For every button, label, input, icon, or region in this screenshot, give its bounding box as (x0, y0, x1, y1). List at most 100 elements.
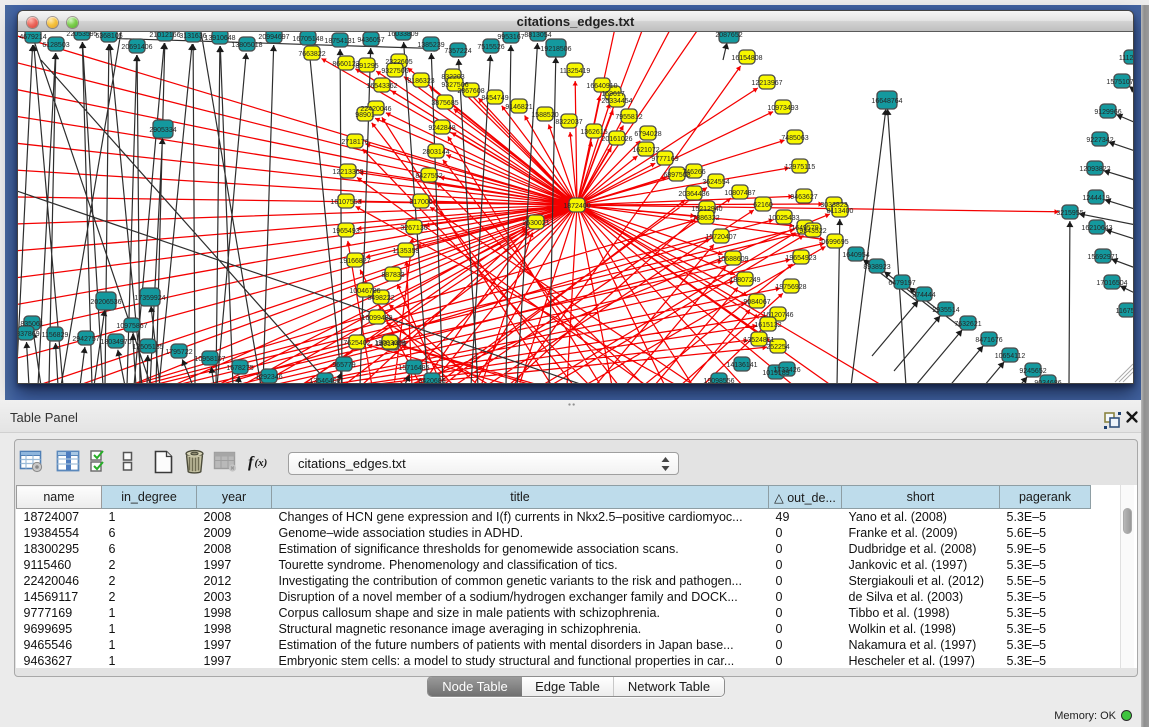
svg-text:22053595: 22053595 (66, 32, 97, 38)
svg-text:13910648: 13910648 (204, 35, 235, 42)
svg-text:1385239: 1385239 (417, 42, 444, 49)
svg-text:1135359: 1135359 (393, 248, 420, 255)
svg-text:891295: 891295 (355, 63, 378, 70)
svg-text:3624554: 3624554 (702, 179, 729, 186)
svg-text:18754131: 18754131 (324, 38, 355, 45)
svg-text:20364436: 20364436 (678, 191, 709, 198)
svg-text:1244419: 1244419 (1082, 195, 1109, 202)
svg-text:10046786: 10046786 (349, 288, 380, 295)
svg-text:3267130: 3267130 (400, 225, 427, 232)
svg-text:7663822: 7663822 (298, 51, 325, 58)
svg-text:9777169: 9777169 (651, 156, 678, 163)
svg-text:98901: 98901 (355, 112, 375, 119)
svg-text:11325419: 11325419 (560, 68, 591, 75)
svg-text:1362615: 1362615 (580, 129, 607, 136)
svg-text:9245652: 9245652 (1019, 368, 1046, 375)
svg-text:15692971: 15692971 (1087, 254, 1118, 261)
svg-text:19166827: 19166827 (339, 258, 370, 265)
svg-text:62160: 62160 (753, 202, 773, 209)
svg-text:18034970: 18034970 (100, 339, 131, 346)
svg-text:9084067: 9084067 (743, 299, 770, 306)
svg-text:4679214: 4679214 (19, 34, 46, 41)
svg-text:16705148: 16705148 (292, 36, 323, 43)
svg-text:2935514: 2935514 (932, 307, 959, 314)
svg-text:20691406: 20691406 (121, 44, 152, 51)
svg-text:15716485: 15716485 (398, 365, 429, 372)
svg-text:16210643: 16210643 (1081, 225, 1112, 232)
svg-text:9436057: 9436057 (357, 37, 384, 44)
svg-text:746266: 746266 (682, 169, 705, 176)
svg-text:20206536: 20206536 (90, 299, 121, 306)
svg-text:6420686: 6420686 (418, 378, 445, 383)
svg-text:835061: 835061 (20, 321, 43, 328)
svg-text:12093822: 12093822 (1079, 166, 1110, 173)
svg-text:16107553: 16107553 (330, 199, 361, 206)
svg-text:20161026: 20161026 (601, 136, 632, 143)
svg-text:8454749: 8454749 (481, 95, 508, 102)
svg-text:2905334: 2905334 (149, 127, 176, 134)
svg-text:832203: 832203 (441, 74, 464, 81)
svg-text:8322037: 8322037 (555, 119, 582, 126)
svg-text:887833: 887833 (381, 272, 404, 279)
svg-text:9242848: 9242848 (428, 125, 455, 132)
svg-text:8938923: 8938923 (863, 264, 890, 271)
svg-text:8113400: 8113400 (827, 208, 854, 215)
svg-text:10654112: 10654112 (995, 353, 1026, 360)
svg-text:3215955: 3215955 (1056, 210, 1083, 217)
svg-text:9327506: 9327506 (381, 68, 408, 75)
svg-text:1640954: 1640954 (842, 252, 869, 259)
svg-text:8427552: 8427552 (415, 173, 442, 180)
svg-text:6128503: 6128503 (42, 42, 69, 49)
svg-text:(x): (x) (255, 457, 268, 469)
svg-text:2530021: 2530021 (522, 220, 549, 227)
svg-text:1621072: 1621072 (632, 147, 659, 154)
svg-text:1872400: 1872400 (563, 203, 590, 210)
svg-text:15212940: 15212940 (691, 206, 722, 213)
svg-text:169617: 169617 (601, 91, 624, 98)
svg-text:817006: 817006 (409, 199, 432, 206)
svg-text:7955812: 7955812 (615, 114, 642, 121)
svg-text:15751074: 15751074 (1106, 79, 1134, 86)
svg-text:7386322: 7386322 (692, 215, 719, 222)
svg-text:1588520: 1588520 (531, 112, 558, 119)
svg-text:13805018: 13805018 (231, 42, 262, 49)
svg-text:16033809: 16033809 (387, 32, 418, 38)
svg-text:252254: 252254 (766, 344, 789, 351)
svg-text:1733426: 1733426 (773, 367, 800, 374)
svg-text:17359924: 17359924 (134, 295, 165, 302)
svg-text:16543362: 16543362 (366, 83, 397, 90)
svg-text:7515526: 7515526 (477, 44, 504, 51)
svg-text:16154808: 16154808 (731, 55, 762, 62)
svg-text:6794028: 6794028 (634, 131, 661, 138)
svg-text:6368105: 6368105 (95, 33, 122, 40)
svg-text:12213967: 12213967 (751, 80, 782, 87)
svg-text:13546466: 13546466 (309, 378, 340, 383)
svg-text:3498222: 3498222 (367, 295, 394, 302)
svg-text:10025433: 10025433 (768, 215, 799, 222)
svg-text:12505135: 12505135 (132, 344, 163, 351)
svg-text:2803144: 2803144 (422, 149, 449, 156)
svg-text:7357224: 7357224 (444, 48, 471, 55)
svg-text:9146821: 9146821 (505, 104, 532, 111)
svg-text:9034686: 9034686 (1034, 380, 1061, 383)
svg-text:9343522: 9343522 (799, 228, 826, 235)
svg-text:9837869: 9837869 (18, 331, 40, 338)
svg-text:10973493: 10973493 (767, 105, 798, 112)
svg-text:12975115: 12975115 (785, 164, 816, 171)
svg-text:17016504: 17016504 (1096, 280, 1127, 287)
svg-text:9227342: 9227342 (1086, 137, 1113, 144)
svg-text:13524861: 13524861 (743, 337, 774, 344)
svg-text:2942757: 2942757 (72, 336, 99, 343)
svg-text:9463627: 9463627 (790, 194, 817, 201)
svg-text:9953167: 9953167 (497, 34, 524, 41)
svg-text:10807487: 10807487 (724, 190, 755, 197)
svg-text:20334454: 20334454 (601, 98, 632, 105)
svg-text:1615132: 1615132 (754, 322, 781, 329)
svg-text:8186323: 8186323 (407, 78, 434, 85)
svg-text:8813054: 8813054 (524, 32, 551, 39)
svg-text:1156829: 1156829 (42, 332, 69, 339)
svg-text:2322605: 2322605 (385, 59, 412, 66)
svg-text:1292346: 1292346 (255, 374, 282, 381)
svg-text:14136141: 14136141 (726, 362, 757, 369)
svg-text:116753: 116753 (1116, 308, 1134, 315)
